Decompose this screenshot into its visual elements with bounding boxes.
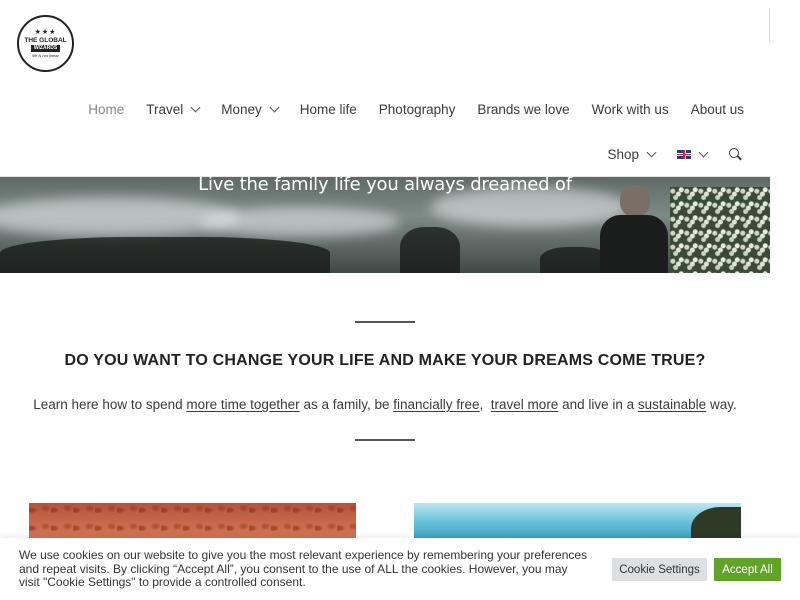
intro-text: way.: [706, 397, 737, 412]
logo-stars-icon: ★★★: [34, 28, 57, 36]
link-financially-free[interactable]: financially free: [393, 397, 479, 412]
nav-item-home-life[interactable]: Home life: [300, 102, 357, 117]
logo-text-line1: THE GLOBAL: [24, 36, 67, 44]
nav-item-money[interactable]: Money: [221, 101, 280, 117]
intro-paragraph: Learn here how to spend more time togeth…: [0, 397, 770, 412]
nav-item-label: Shop: [607, 146, 639, 162]
nav-item-label: Home: [88, 101, 125, 117]
primary-nav: Home Travel Money Home life Photography …: [0, 97, 770, 121]
link-travel-more[interactable]: travel more: [491, 397, 559, 412]
accept-all-button[interactable]: Accept All: [714, 558, 781, 581]
logo-tagline: life is not linear: [32, 52, 59, 58]
nav-item-photography[interactable]: Photography: [379, 102, 456, 117]
section-divider: [355, 439, 415, 441]
intro-text: ,: [479, 397, 491, 412]
cookie-text: We use cookies on our website to give yo…: [19, 548, 588, 589]
nav-item-shop[interactable]: Shop: [607, 146, 657, 162]
page-headline: DO YOU WANT TO CHANGE YOUR LIFE AND MAKE…: [64, 352, 706, 369]
section-divider: [355, 321, 415, 323]
link-more-time-together[interactable]: more time together: [186, 397, 299, 412]
nav-item-label: Brands we love: [477, 101, 570, 117]
link-sustainable[interactable]: sustainable: [638, 397, 706, 412]
hero-title: Live the family life you always dreamed …: [198, 174, 572, 195]
nav-item-label: Money: [221, 101, 262, 117]
intro-text: Learn here how to spend: [33, 397, 187, 412]
nav-item-label: Home life: [299, 101, 357, 117]
nav-item-work-with-us[interactable]: Work with us: [592, 102, 669, 117]
intro-text: and live in a: [558, 397, 638, 412]
card-image-sea[interactable]: [414, 503, 741, 543]
cookie-banner: We use cookies on our website to give yo…: [0, 538, 800, 600]
nav-item-label: About us: [690, 101, 744, 117]
language-switcher[interactable]: [677, 147, 709, 159]
logo-text-line2: WIZARDS: [30, 44, 61, 52]
header-edge-divider: [769, 8, 770, 42]
nav-item-label: Travel: [146, 101, 184, 117]
cookie-settings-button[interactable]: Cookie Settings: [612, 558, 707, 581]
nav-item-label: Work with us: [591, 101, 669, 117]
nav-item-brands-we-love[interactable]: Brands we love: [477, 102, 569, 117]
chevron-down-icon: [269, 102, 280, 112]
site-logo[interactable]: ★★★ THE GLOBAL WIZARDS life is not linea…: [17, 15, 74, 72]
nav-item-label: Photography: [378, 101, 456, 117]
chevron-down-icon: [646, 147, 657, 157]
secondary-nav: Shop: [0, 142, 770, 166]
intro-text: as a family, be: [299, 397, 394, 412]
chevron-down-icon: [698, 147, 709, 157]
nav-item-travel[interactable]: Travel: [146, 101, 201, 117]
nav-item-home[interactable]: Home: [88, 102, 124, 117]
chevron-down-icon: [190, 102, 201, 112]
search-button[interactable]: [729, 147, 742, 161]
page: ★★★ THE GLOBAL WIZARDS life is not linea…: [0, 0, 770, 600]
card-image-desert[interactable]: [29, 503, 356, 543]
uk-flag-icon: [677, 149, 691, 159]
search-icon: [729, 147, 742, 161]
nav-item-about-us[interactable]: About us: [691, 102, 744, 117]
